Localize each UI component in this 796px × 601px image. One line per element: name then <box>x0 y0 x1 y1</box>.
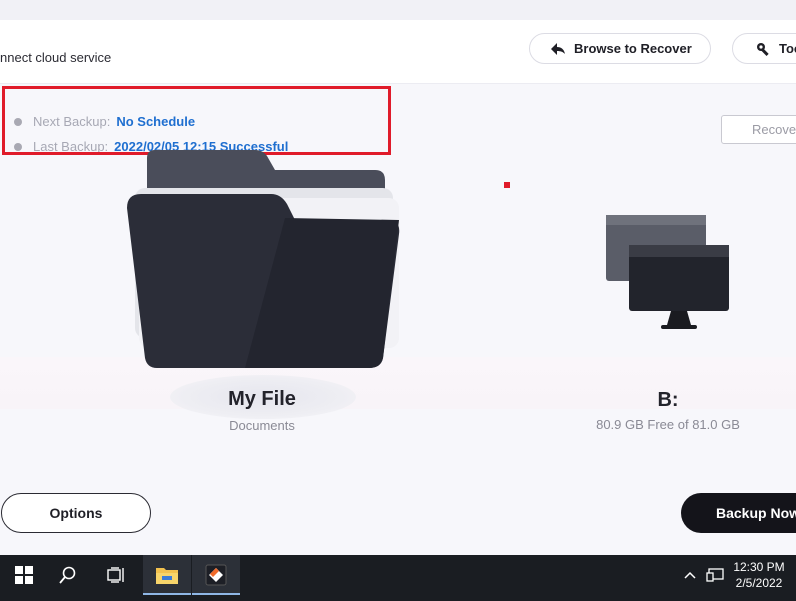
browse-to-recover-label: Browse to Recover <box>574 41 692 56</box>
options-button[interactable]: Options <box>1 493 151 533</box>
back-arrow-icon <box>550 41 566 57</box>
highlight-box <box>2 86 391 155</box>
search-icon[interactable] <box>44 555 92 595</box>
recover-button[interactable]: Recove <box>721 115 796 144</box>
target-subtitle: 80.9 GB Free of 81.0 GB <box>596 417 740 432</box>
connect-cloud-service-link[interactable]: nnect cloud service <box>0 50 111 65</box>
tools-label: Too <box>779 41 796 56</box>
wrench-icon <box>755 41 771 57</box>
network-icon[interactable] <box>706 555 724 595</box>
source-subtitle: Documents <box>229 418 295 433</box>
file-explorer-icon[interactable] <box>143 555 191 595</box>
clock-time: 12:30 PM <box>733 560 785 574</box>
taskbar-clock[interactable]: 12:30 PM 2/5/2022 <box>730 559 788 591</box>
app-header: nnect cloud service Browse to Recover To… <box>0 20 796 84</box>
taskbar: 12:30 PM 2/5/2022 <box>0 555 796 601</box>
top-band <box>0 0 796 20</box>
backup-app-icon[interactable] <box>192 555 240 595</box>
browse-to-recover-button[interactable]: Browse to Recover <box>529 33 711 64</box>
source-title: My File <box>228 388 296 410</box>
main-panel: Next Backup: No Schedule Last Backup: 20… <box>0 85 796 555</box>
task-view-icon[interactable] <box>92 555 140 595</box>
windows-start-icon[interactable] <box>0 555 48 595</box>
active-indicator <box>143 593 191 595</box>
tools-button[interactable]: Too <box>732 33 796 64</box>
cursor-marker <box>504 182 510 188</box>
tray-chevron-icon[interactable] <box>684 555 696 595</box>
folder-icon[interactable] <box>125 148 405 370</box>
target-title: B: <box>657 389 679 411</box>
active-indicator <box>192 593 240 595</box>
clock-date: 2/5/2022 <box>735 576 783 590</box>
computer-icon[interactable] <box>605 215 735 333</box>
backup-now-button[interactable]: Backup Now <box>681 493 796 533</box>
